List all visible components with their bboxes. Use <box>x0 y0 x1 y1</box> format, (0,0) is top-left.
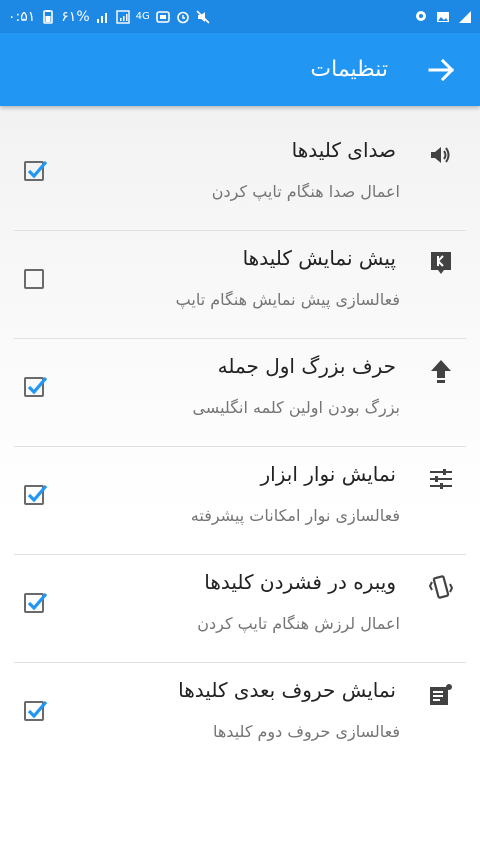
arrow-right-icon[interactable] <box>426 55 456 85</box>
status-bar-left: ۰:۵۱ ۶۱% 4G <box>8 0 210 33</box>
setting-summary: فعالسازی نوار امکانات پیشرفته <box>190 506 400 525</box>
setting-next-chars[interactable]: نمایش حروف بعدی کلیدها فعالسازی حروف دوم… <box>0 663 480 771</box>
signal-box-icon <box>115 9 130 24</box>
status-bar: ۰:۵۱ ۶۱% 4G <box>0 0 480 33</box>
setting-checkbox[interactable] <box>24 592 48 613</box>
setting-title: صدای کلیدها <box>291 138 396 162</box>
sliders-icon <box>430 469 452 489</box>
vibrate-icon <box>428 575 454 599</box>
setting-key-sound[interactable]: صدای کلیدها اعمال صدا هنگام تایپ کردن <box>0 123 480 231</box>
note-icon <box>430 684 452 705</box>
setting-summary: فعالسازی پیش نمایش هنگام تایپ <box>175 290 400 309</box>
setting-title: حرف بزرگ اول جمله <box>217 354 396 378</box>
settings-screen: ۰:۵۱ ۶۱% 4G تنظیمات صدای کلیدها اعمال صد… <box>0 0 480 853</box>
setting-checkbox[interactable] <box>24 269 44 289</box>
status-bar-right <box>414 0 472 33</box>
mute-icon <box>196 9 210 24</box>
setting-summary: فعالسازی حروف دوم کلیدها <box>212 722 400 741</box>
arrow-up-icon <box>431 360 451 383</box>
checkmark-icon <box>27 700 48 719</box>
signal-icon <box>96 12 107 23</box>
battery-icon <box>43 9 54 24</box>
setting-title: نمایش نوار ابزار <box>260 462 397 486</box>
setting-toolbar[interactable]: نمایش نوار ابزار فعالسازی نوار امکانات پ… <box>0 447 480 555</box>
setting-summary: اعمال صدا هنگام تایپ کردن <box>211 182 400 201</box>
checkmark-icon <box>27 160 48 179</box>
battery-percent: ۶۱% <box>61 8 90 25</box>
location-icon <box>416 10 426 21</box>
setting-title: نمایش حروف بعدی کلیدها <box>178 678 396 702</box>
page-title: تنظیمات <box>310 57 388 82</box>
data-saver-icon <box>155 10 170 23</box>
checkmark-icon <box>27 592 48 611</box>
notification-icon <box>459 10 471 23</box>
setting-title: ویبره در فشردن کلیدها <box>204 570 396 594</box>
setting-key-preview[interactable]: پیش نمایش کلیدها فعالسازی پیش نمایش هنگا… <box>0 231 480 339</box>
checkmark-icon <box>27 376 48 395</box>
setting-vibrate[interactable]: ویبره در فشردن کلیدها اعمال لرزش هنگام ت… <box>0 555 480 663</box>
setting-summary: بزرگ بودن اولین کلمه انگلیسی <box>192 398 400 417</box>
alarm-icon <box>176 11 189 23</box>
setting-checkbox[interactable] <box>24 700 48 721</box>
setting-checkbox[interactable] <box>24 376 48 397</box>
checkmark-icon <box>27 484 48 503</box>
settings-list: صدای کلیدها اعمال صدا هنگام تایپ کردن پی… <box>0 123 480 771</box>
speaker-icon <box>431 147 450 163</box>
setting-summary: اعمال لرزش هنگام تایپ کردن <box>197 614 400 633</box>
gallery-icon <box>437 11 449 22</box>
setting-title: پیش نمایش کلیدها <box>242 246 396 270</box>
key-preview-icon <box>431 252 451 274</box>
network-type: 4G <box>135 11 150 22</box>
setting-checkbox[interactable] <box>24 160 48 181</box>
setting-checkbox[interactable] <box>24 484 48 505</box>
app-bar: تنظیمات <box>0 33 480 106</box>
status-time: ۰:۵۱ <box>8 8 36 25</box>
setting-auto-capitalize[interactable]: حرف بزرگ اول جمله بزرگ بودن اولین کلمه ا… <box>0 339 480 447</box>
